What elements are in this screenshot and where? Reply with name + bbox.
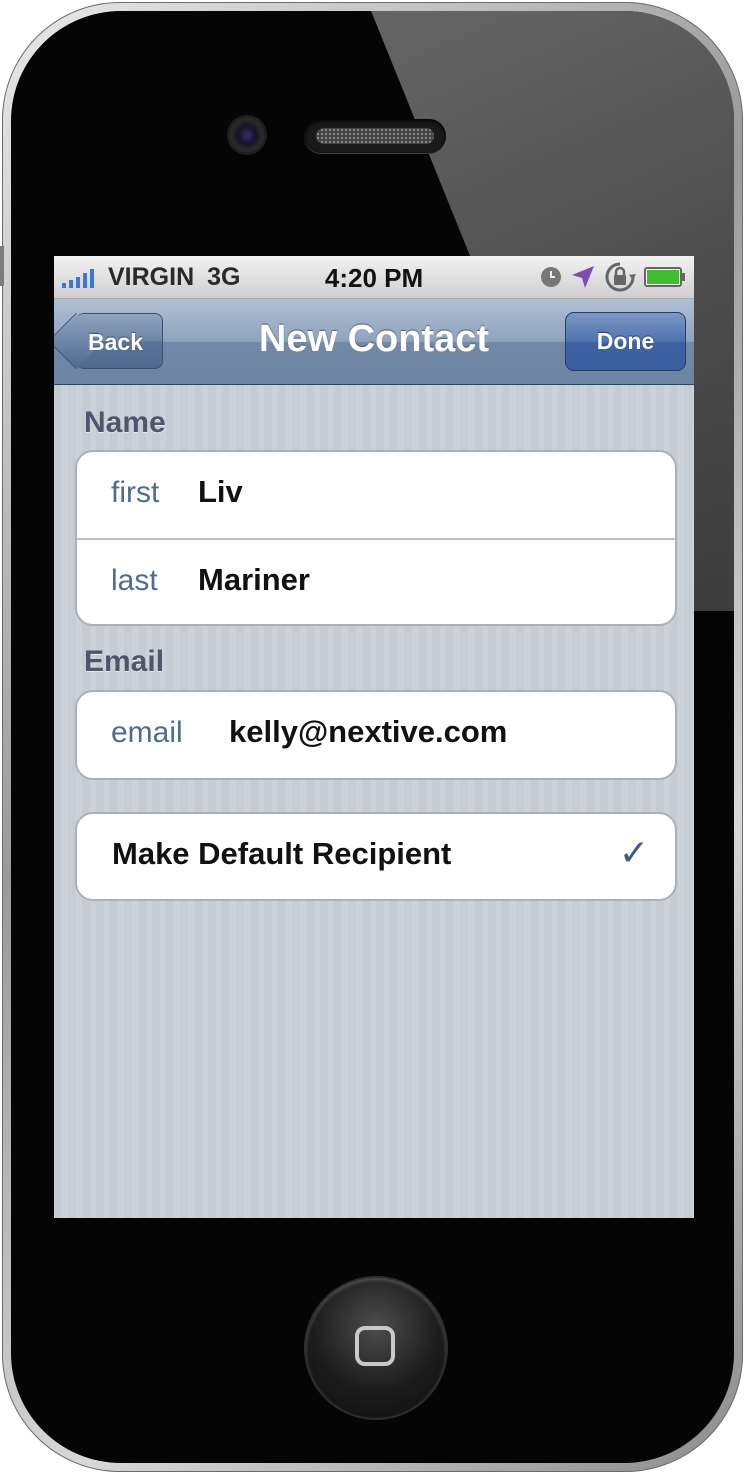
first-name-field[interactable]: Liv xyxy=(198,474,243,510)
status-bar: VIRGIN 3G 4:20 PM xyxy=(54,256,694,299)
email-label: email xyxy=(111,716,183,749)
location-arrow-icon xyxy=(572,266,594,288)
battery-icon xyxy=(644,267,685,287)
app-screen: VIRGIN 3G 4:20 PM Back New Contact Done … xyxy=(54,256,694,1218)
done-button-label: Done xyxy=(596,328,655,354)
front-camera xyxy=(229,117,265,153)
last-name-row[interactable]: last Mariner xyxy=(77,538,675,624)
checkmark-icon: ✓ xyxy=(618,832,649,873)
section-header-email: Email xyxy=(84,645,165,678)
clock-icon xyxy=(541,267,561,287)
first-name-label: first xyxy=(111,476,160,509)
home-button[interactable] xyxy=(306,1278,446,1418)
rotation-lock-icon xyxy=(605,262,636,292)
email-group: email kelly@nextive.com xyxy=(75,690,677,780)
email-row[interactable]: email kelly@nextive.com xyxy=(77,692,675,778)
mute-switch xyxy=(0,246,4,286)
last-name-field[interactable]: Mariner xyxy=(198,562,310,598)
status-icons xyxy=(540,262,686,292)
default-recipient-group: Make Default Recipient ✓ xyxy=(75,812,677,901)
navigation-bar: Back New Contact Done xyxy=(54,299,694,385)
section-header-name: Name xyxy=(84,406,166,439)
name-group: first Liv last Mariner xyxy=(75,450,677,626)
done-button[interactable]: Done xyxy=(565,312,686,371)
email-field[interactable]: kelly@nextive.com xyxy=(229,714,507,750)
make-default-recipient-label: Make Default Recipient xyxy=(112,836,452,871)
make-default-recipient-row[interactable]: Make Default Recipient ✓ xyxy=(77,814,675,899)
first-name-row[interactable]: first Liv xyxy=(77,452,675,538)
earpiece-speaker xyxy=(304,119,446,153)
home-square-icon xyxy=(355,1326,395,1366)
last-name-label: last xyxy=(111,564,158,597)
